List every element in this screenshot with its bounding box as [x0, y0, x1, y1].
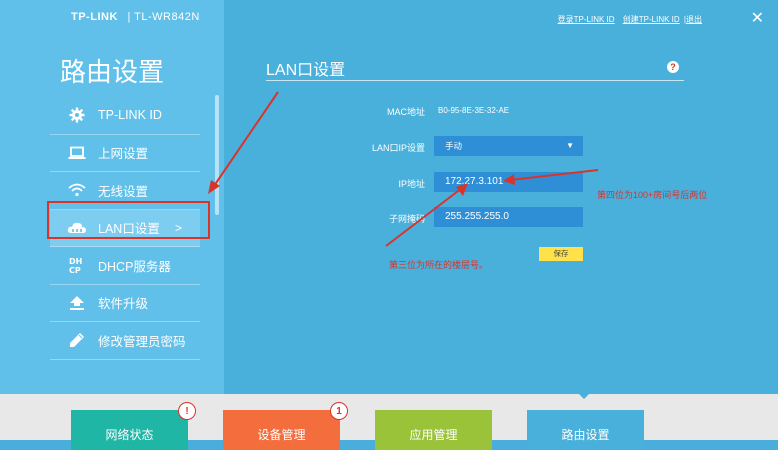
- count-badge: 1: [330, 402, 348, 420]
- tab-network-status[interactable]: ! 网络状态: [71, 402, 196, 450]
- sidebar-item-label: 修改管理员密码: [98, 334, 186, 349]
- create-tplink-id-link[interactable]: 创建TP-LINK ID: [623, 15, 680, 24]
- lan-ip-mode-select[interactable]: 手动 ▼: [434, 136, 583, 156]
- tab-label: 应用管理: [409, 428, 458, 442]
- sidebar-item-label: TP-LINK ID: [98, 108, 162, 123]
- laptop-icon: [64, 146, 90, 160]
- tab-router-settings[interactable]: 路由设置: [527, 410, 644, 450]
- svg-text:CP: CP: [69, 266, 81, 274]
- lan-ip-mode-value: 手动: [445, 141, 463, 151]
- sidebar-item-upgrade[interactable]: 软件升级: [50, 285, 200, 322]
- sidebar-item-label: DHCP服务器: [98, 259, 171, 274]
- save-button[interactable]: 保存: [539, 247, 583, 261]
- help-icon[interactable]: ?: [667, 61, 679, 73]
- close-icon[interactable]: ✕: [751, 8, 764, 28]
- pencil-icon: [64, 332, 90, 348]
- wifi-icon: [64, 183, 90, 197]
- sidebar-scrollbar[interactable]: [215, 95, 219, 215]
- sidebar-item-password[interactable]: 修改管理员密码: [50, 322, 200, 360]
- gear-icon: [64, 107, 90, 123]
- subnet-mask-input[interactable]: 255.255.255.0: [434, 207, 583, 227]
- model-name: | TL-WR842N: [127, 11, 200, 23]
- tab-app-management[interactable]: 应用管理: [375, 410, 492, 450]
- upload-icon: [64, 295, 90, 310]
- tab-label: 设备管理: [257, 428, 306, 442]
- dhcp-icon: DH CP: [64, 256, 90, 274]
- alert-badge: !: [178, 402, 196, 420]
- sidebar-item-label: 软件升级: [98, 297, 149, 312]
- annotation-fourth-octet: 第四位为100+房间号后两位: [597, 190, 708, 200]
- tab-label: 路由设置: [561, 428, 610, 442]
- sidebar-item-internet[interactable]: 上网设置: [50, 135, 200, 172]
- svg-text:DH: DH: [69, 257, 82, 266]
- mask-label: 子网掩码: [388, 214, 425, 224]
- sidebar-item-label: 无线设置: [98, 184, 149, 199]
- annotation-third-octet: 第三位为所在的楼层号。: [389, 260, 489, 270]
- sidebar-item-tplink-id[interactable]: TP-LINK ID: [50, 97, 200, 135]
- header-links: 登录TP-LINK ID 创建TP-LINK ID |退出: [552, 14, 702, 25]
- mac-label: MAC地址: [387, 107, 425, 117]
- mac-value: B0-95-8E-3E-32-AE: [438, 106, 510, 115]
- tab-label: 网络状态: [105, 428, 154, 442]
- sidebar-item-dhcp[interactable]: DH CP DHCP服务器: [50, 247, 200, 285]
- ip-label: IP地址: [398, 179, 425, 189]
- section-title: LAN口设置: [266, 62, 346, 79]
- title-divider: [266, 80, 684, 81]
- login-tplink-id-link[interactable]: 登录TP-LINK ID: [558, 15, 615, 24]
- sidebar-title: 路由设置: [59, 57, 164, 87]
- brand-name: TP-LINK: [71, 11, 118, 23]
- lan-ip-mode-label: LAN口IP设置: [371, 143, 425, 153]
- ip-address-input[interactable]: 172.27.3.101: [434, 172, 583, 192]
- active-tab-pointer: [577, 392, 591, 399]
- sidebar-item-label: 上网设置: [98, 147, 149, 162]
- chevron-down-icon: ▼: [566, 141, 574, 150]
- logout-link[interactable]: 退出: [686, 15, 702, 24]
- tab-device-management[interactable]: 1 设备管理: [223, 402, 348, 450]
- brand-logo: TP-LINK | TL-WR842N: [71, 11, 200, 23]
- annotation-highlight-box: [47, 201, 210, 239]
